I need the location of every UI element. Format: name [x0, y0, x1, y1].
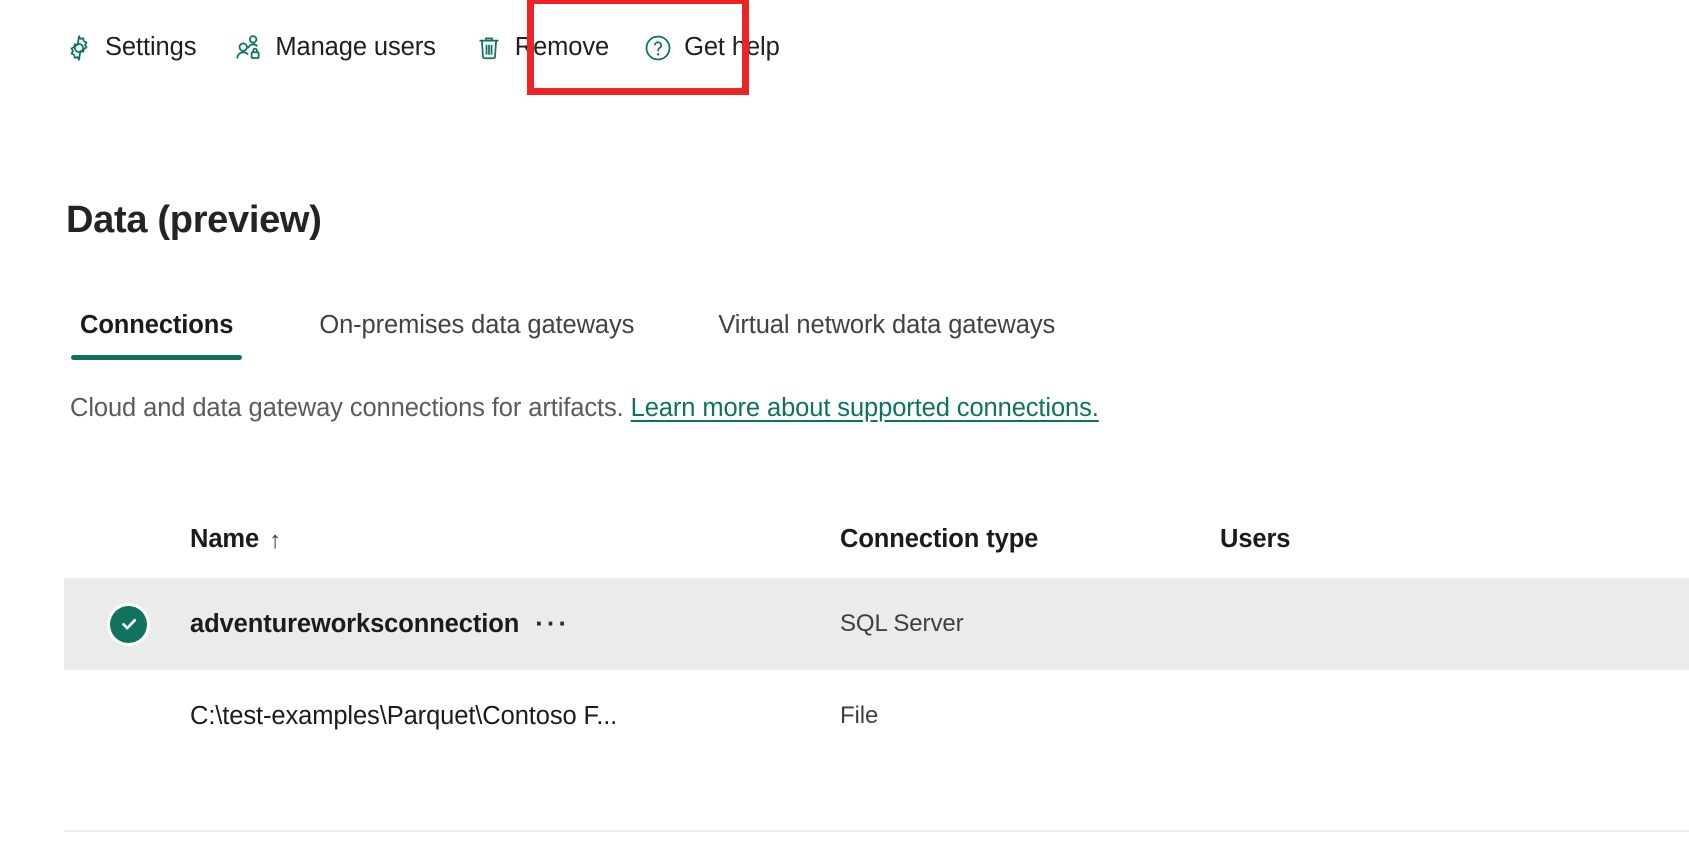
manage-users-icon	[234, 33, 264, 63]
description-text: Cloud and data gateway connections for a…	[70, 394, 624, 422]
trash-icon	[474, 33, 504, 63]
column-header-connection-type[interactable]: Connection type	[840, 525, 1220, 554]
tab-on-premises-data-gateways[interactable]: On-premises data gateways	[305, 303, 648, 360]
get-help-label: Get help	[684, 35, 780, 61]
tab-connections[interactable]: Connections	[66, 303, 247, 360]
tab-on-premises-data-gateways-label: On-premises data gateways	[319, 311, 634, 339]
get-help-button[interactable]: Get help	[643, 22, 780, 74]
tab-virtual-network-data-gateways-label: Virtual network data gateways	[718, 311, 1055, 339]
manage-users-button[interactable]: Manage users	[234, 22, 435, 74]
table-header-row: Name ↑ Connection type Users	[64, 500, 1689, 578]
connection-name-label: C:\test-examples\Parquet\Contoso F...	[190, 702, 617, 731]
cell-connection-name: C:\test-examples\Parquet\Contoso F...	[190, 702, 840, 731]
column-header-connection-type-label: Connection type	[840, 525, 1038, 553]
table-row[interactable]: adventureworksconnection ··· SQL Server	[64, 578, 1689, 670]
row-selected-indicator[interactable]	[110, 606, 190, 643]
connections-table: Name ↑ Connection type Users adventurewor…	[64, 500, 1689, 762]
column-header-name-label: Name	[190, 525, 259, 553]
column-header-name[interactable]: Name ↑	[190, 525, 840, 554]
connections-description: Cloud and data gateway connections for a…	[70, 394, 1099, 423]
column-header-users[interactable]: Users	[1220, 525, 1520, 554]
tab-virtual-network-data-gateways[interactable]: Virtual network data gateways	[704, 303, 1069, 360]
learn-more-link[interactable]: Learn more about supported connections.	[631, 394, 1099, 422]
cell-connection-type: File	[840, 702, 1220, 730]
page-title: Data (preview)	[66, 198, 322, 244]
row-more-options-icon[interactable]: ···	[535, 616, 570, 632]
question-circle-icon	[643, 33, 673, 63]
column-header-users-label: Users	[1220, 525, 1290, 553]
settings-label: Settings	[105, 35, 196, 61]
tab-connections-label: Connections	[80, 311, 233, 339]
table-bottom-divider	[64, 830, 1689, 832]
remove-button[interactable]: Remove	[474, 22, 609, 74]
cell-connection-name: adventureworksconnection ···	[190, 610, 840, 639]
command-toolbar: Settings Manage users Remove	[0, 0, 1689, 96]
cell-connection-type: SQL Server	[840, 610, 1220, 638]
tab-list: Connections On-premises data gateways Vi…	[66, 303, 1069, 360]
sort-ascending-icon[interactable]: ↑	[269, 527, 281, 555]
settings-button[interactable]: Settings	[64, 22, 196, 74]
table-row[interactable]: C:\test-examples\Parquet\Contoso F... Fi…	[64, 670, 1689, 762]
connection-name-label: adventureworksconnection	[190, 610, 519, 639]
manage-users-label: Manage users	[275, 35, 435, 61]
check-circle-icon	[110, 606, 147, 643]
gear-icon	[64, 33, 94, 63]
remove-label: Remove	[515, 35, 609, 61]
